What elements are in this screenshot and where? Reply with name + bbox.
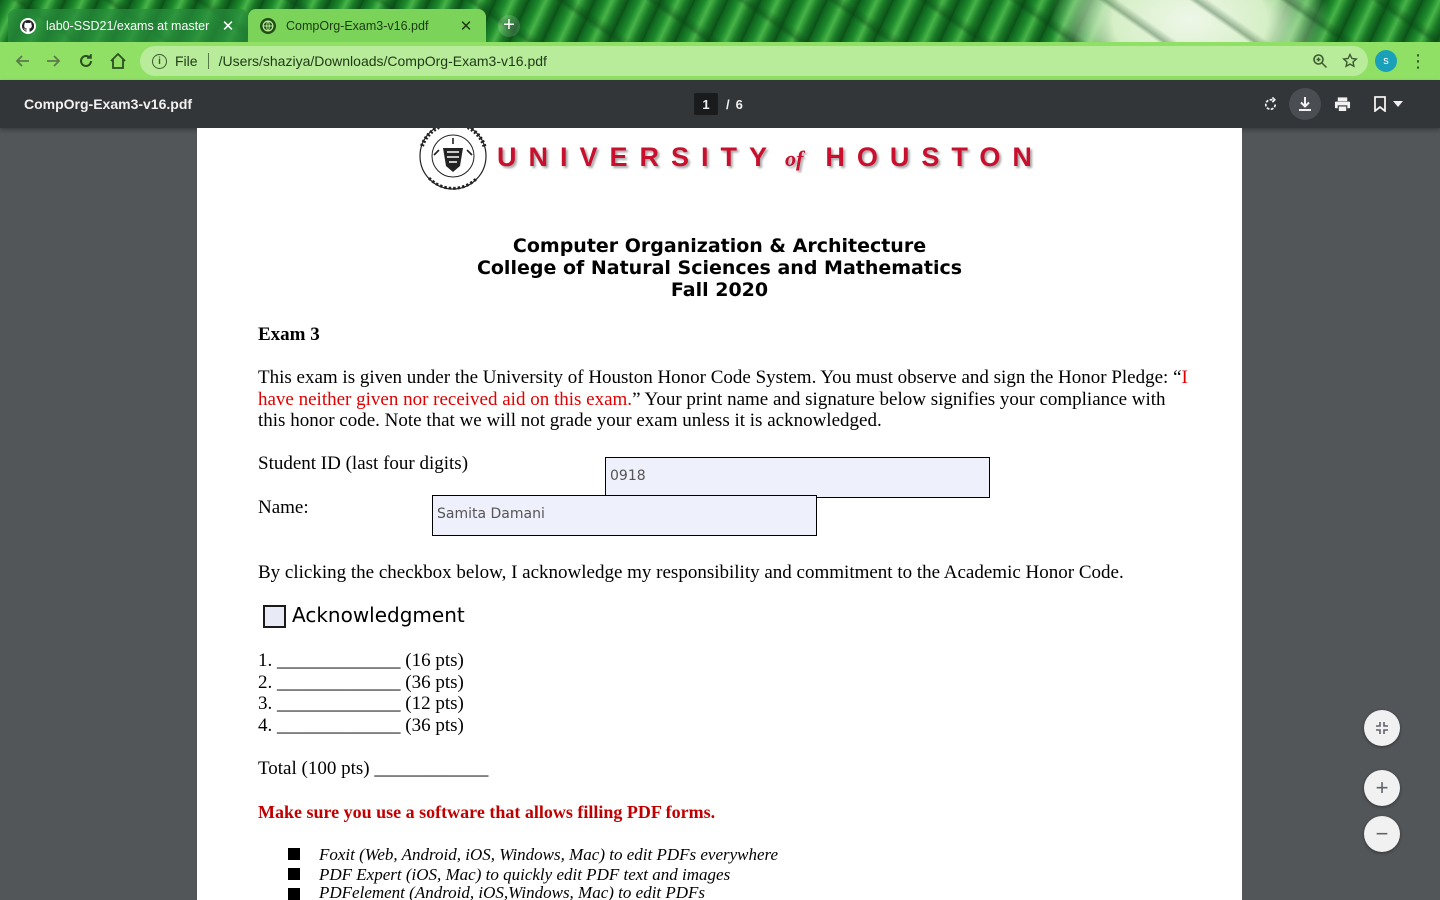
checkbox-statement: By clicking the checkbox below, I acknow… bbox=[258, 562, 1124, 583]
arrow-left-icon bbox=[15, 55, 29, 67]
bullet-icon bbox=[288, 868, 300, 880]
browser-toolbar: i File /Users/shaziya/Downloads/CompOrg-… bbox=[0, 42, 1440, 80]
tab-title: lab0-SSD21/exams at master · bbox=[46, 18, 214, 33]
home-icon bbox=[110, 52, 126, 69]
download-button[interactable] bbox=[1289, 88, 1321, 120]
profile-avatar[interactable]: s bbox=[1375, 50, 1397, 72]
software-item: Foxit (Web, Android, iOS, Windows, Mac) … bbox=[319, 845, 779, 864]
wordmark-right: HOUSTON bbox=[825, 142, 1044, 172]
fit-page-button[interactable] bbox=[1364, 710, 1400, 746]
page-total: 6 bbox=[735, 96, 743, 112]
github-icon bbox=[20, 17, 36, 34]
caret-down-icon bbox=[1393, 101, 1403, 107]
tab-strip: lab0-SSD21/exams at master · ✕ CompOrg-E… bbox=[0, 0, 1440, 42]
download-icon bbox=[1299, 97, 1311, 111]
score-line: 1. _____________ (16 pts) bbox=[258, 650, 464, 671]
tab-close-icon[interactable]: ✕ bbox=[458, 18, 474, 35]
rotate-button[interactable] bbox=[1254, 88, 1286, 120]
new-tab-button[interactable]: + bbox=[498, 15, 520, 37]
course-title: Computer Organization & Architecture bbox=[512, 235, 927, 257]
name-field[interactable]: Samita Damani bbox=[432, 495, 817, 536]
forward-button[interactable] bbox=[38, 45, 70, 77]
tab-title: CompOrg-Exam3-v16.pdf bbox=[286, 18, 429, 33]
page-number-input[interactable]: 1 bbox=[694, 93, 718, 115]
wordmark-left: UNIVERSITY bbox=[497, 142, 780, 172]
star-icon[interactable] bbox=[1342, 53, 1358, 69]
menu-icon[interactable]: ⋮ bbox=[1409, 49, 1427, 73]
tab-pdf[interactable]: CompOrg-Exam3-v16.pdf ✕ bbox=[248, 9, 486, 42]
print-button[interactable] bbox=[1326, 88, 1358, 120]
software-item: PDFelement (Android, iOS,Windows, Mac) t… bbox=[319, 883, 706, 900]
arrow-right-icon bbox=[47, 55, 61, 67]
pdf-filename: CompOrg-Exam3-v16.pdf bbox=[24, 96, 193, 112]
university-seal-icon bbox=[419, 128, 487, 190]
page-indicator: 1 / 6 bbox=[694, 93, 743, 115]
zoom-out-button[interactable]: − bbox=[1364, 816, 1400, 852]
university-wordmark: UNIVERSITY of HOUSTON bbox=[497, 142, 1044, 173]
page-separator: / bbox=[726, 96, 730, 112]
total-line: Total (100 pts) ____________ bbox=[258, 758, 489, 779]
reload-icon bbox=[80, 54, 92, 67]
score-line: 4. _____________ (36 pts) bbox=[258, 715, 464, 736]
scheme-label: File bbox=[175, 53, 198, 69]
wordmark-of: of bbox=[785, 146, 804, 171]
acknowledgment-checkbox[interactable] bbox=[263, 605, 286, 628]
student-id-field[interactable]: 0918 bbox=[605, 457, 990, 498]
tab-close-icon[interactable]: ✕ bbox=[220, 18, 236, 35]
bookmark-icon bbox=[1374, 96, 1386, 112]
rotate-icon bbox=[1264, 96, 1276, 110]
honor-pledge-text: have neither given nor received aid on t… bbox=[258, 389, 633, 410]
printer-icon bbox=[1334, 96, 1350, 112]
bullet-icon bbox=[288, 888, 300, 900]
back-button[interactable] bbox=[6, 45, 38, 77]
url-text[interactable]: /Users/shaziya/Downloads/CompOrg-Exam3-v… bbox=[219, 53, 547, 69]
globe-icon bbox=[260, 17, 276, 34]
honor-pledge-start: I bbox=[1181, 367, 1188, 388]
bullet-icon bbox=[288, 848, 300, 860]
bookmark-menu-button[interactable] bbox=[1368, 88, 1408, 120]
exam-title: Exam 3 bbox=[258, 324, 320, 345]
pdf-toolbar: CompOrg-Exam3-v16.pdf 1 / 6 bbox=[0, 80, 1440, 128]
honor-rest: ” Your print name and signature below si… bbox=[632, 389, 1166, 410]
score-line: 3. _____________ (12 pts) bbox=[258, 693, 464, 714]
pdf-page: UNIVERSITY of HOUSTON Computer Organizatio… bbox=[197, 128, 1242, 900]
home-button[interactable] bbox=[102, 45, 134, 77]
honor-paragraph-line3: this honor code. Note that we will not g… bbox=[258, 410, 882, 431]
honor-intro: This exam is given under the University … bbox=[258, 367, 1182, 388]
reload-button[interactable] bbox=[70, 45, 102, 77]
score-line: 2. _____________ (36 pts) bbox=[258, 672, 464, 693]
student-id-label: Student ID (last four digits) bbox=[258, 453, 469, 474]
acknowledgment-label: Acknowledgment bbox=[292, 603, 465, 627]
honor-paragraph-line2: have neither given nor received aid on t… bbox=[258, 389, 1166, 411]
software-note: Make sure you use a software that allows… bbox=[258, 802, 716, 822]
honor-paragraph-line1: This exam is given under the University … bbox=[258, 367, 1188, 389]
info-icon[interactable]: i bbox=[152, 53, 167, 69]
fit-page-icon bbox=[1376, 722, 1388, 734]
address-bar[interactable]: i File /Users/shaziya/Downloads/CompOrg-… bbox=[140, 46, 1368, 76]
term-title: Fall 2020 bbox=[670, 279, 769, 301]
zoom-icon[interactable] bbox=[1312, 53, 1328, 69]
zoom-in-button[interactable]: + bbox=[1364, 770, 1400, 806]
divider bbox=[207, 53, 209, 69]
name-label: Name: bbox=[258, 497, 309, 518]
tab-github[interactable]: lab0-SSD21/exams at master · ✕ bbox=[8, 9, 248, 42]
college-title: College of Natural Sciences and Mathemat… bbox=[476, 257, 963, 279]
